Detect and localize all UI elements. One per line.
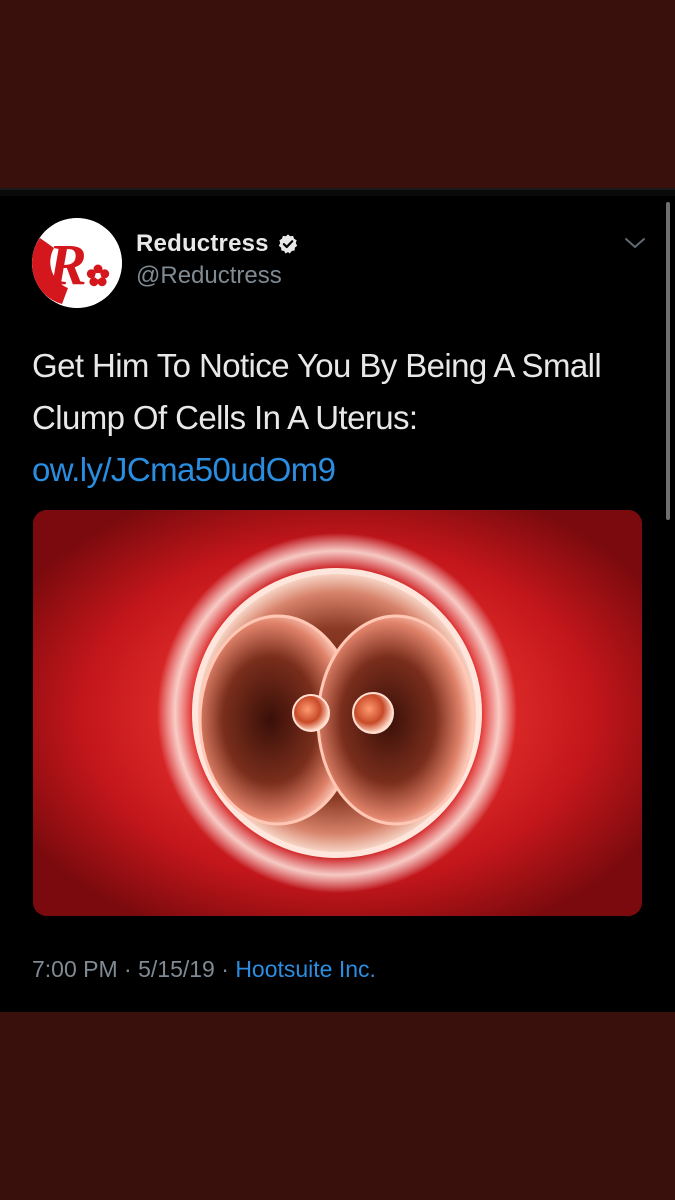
- tweet-card[interactable]: R Reductress @Reductress Get Him To Noti…: [0, 188, 675, 1012]
- logo-letter: R: [47, 232, 87, 297]
- scrollbar[interactable]: [666, 202, 670, 520]
- embryo-illustration: [33, 510, 642, 916]
- tweet-source[interactable]: Hootsuite Inc.: [235, 956, 376, 982]
- meta-separator: ·: [117, 956, 139, 982]
- meta-separator: ·: [214, 956, 236, 982]
- tweet-date[interactable]: 5/15/19: [138, 956, 215, 982]
- tweet-time[interactable]: 7:00 PM: [32, 956, 118, 982]
- verified-badge-icon: [278, 234, 297, 254]
- tweet-link[interactable]: ow.ly/JCma50udOm9: [32, 451, 336, 488]
- tweet-body: Get Him To Notice You By Being A Small C…: [32, 347, 602, 436]
- divider: [0, 190, 675, 196]
- screenshot-frame: R Reductress @Reductress Get Him To Noti…: [0, 0, 675, 1200]
- handle[interactable]: @Reductress: [136, 262, 282, 290]
- tweet-meta: 7:00 PM · 5/15/19 · Hootsuite Inc.: [32, 956, 376, 983]
- reductress-logo: R: [32, 218, 122, 308]
- tweet-media-image[interactable]: [33, 510, 642, 916]
- chevron-down-icon[interactable]: [624, 236, 646, 250]
- display-name[interactable]: Reductress: [136, 230, 269, 258]
- tweet-text: Get Him To Notice You By Being A Small C…: [32, 340, 652, 496]
- display-name-row: Reductress: [136, 229, 299, 259]
- avatar[interactable]: R: [32, 218, 122, 308]
